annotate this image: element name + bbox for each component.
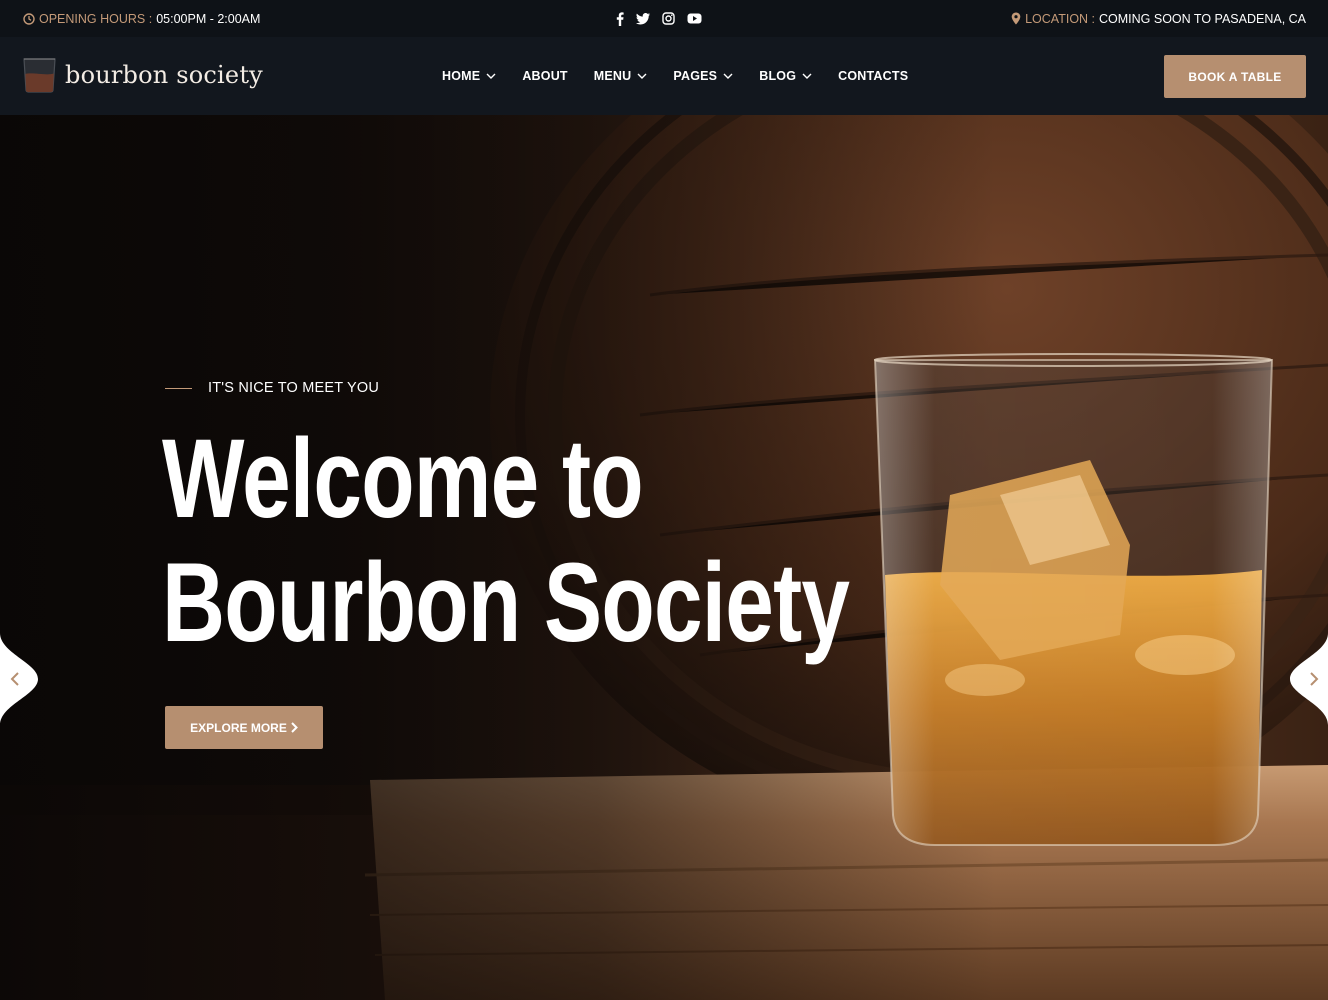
chevron-down-icon <box>486 73 496 79</box>
opening-hours-value: 05:00PM - 2:00AM <box>156 11 261 26</box>
nav-item-label: HOME <box>442 69 481 83</box>
nav-item-contacts[interactable]: CONTACTS <box>838 69 908 83</box>
nav-item-pages[interactable]: PAGES <box>673 69 733 83</box>
twitter-icon[interactable] <box>636 12 650 25</box>
nav-item-label: PAGES <box>673 69 718 83</box>
logo-text: bourbon society <box>65 61 263 89</box>
nav-item-label: BLOG <box>759 69 797 83</box>
location: LOCATION : COMING SOON TO PASADENA, CA <box>1011 0 1306 37</box>
kicker-divider <box>165 387 192 389</box>
nav-item-label: ABOUT <box>522 69 568 83</box>
nav-item-label: CONTACTS <box>838 69 909 83</box>
nav-item-label: MENU <box>593 69 632 83</box>
clock-icon <box>23 12 35 25</box>
instagram-icon[interactable] <box>662 12 675 25</box>
youtube-icon[interactable] <box>687 13 702 24</box>
explore-more-label: EXPLORE MORE <box>190 720 287 735</box>
main-nav: HOME ABOUT MENU PAGES BLOG CONTACTS <box>442 37 908 115</box>
top-bar: OPENING HOURS : 05:00PM - 2:00AM LOCATIO… <box>0 0 1328 37</box>
explore-more-button[interactable]: EXPLORE MORE <box>165 706 323 749</box>
slider-prev-arrow[interactable] <box>0 633 40 725</box>
location-label: LOCATION : <box>1025 11 1096 26</box>
nav-item-blog[interactable]: BLOG <box>759 69 812 83</box>
nav-item-menu[interactable]: MENU <box>594 69 648 83</box>
social-links <box>616 0 702 37</box>
hero-title-line-2: Bourbon Society <box>162 540 850 665</box>
hero-title: Welcome to Bourbon Society <box>162 416 850 665</box>
map-pin-icon <box>1011 12 1021 25</box>
opening-hours-label: OPENING HOURS : <box>39 11 153 26</box>
hero-kicker: IT'S NICE TO MEET YOU <box>165 380 379 396</box>
opening-hours: OPENING HOURS : 05:00PM - 2:00AM <box>23 0 260 37</box>
hero-slider: IT'S NICE TO MEET YOU Welcome to Bourbon… <box>0 115 1328 1000</box>
chevron-down-icon <box>723 73 733 79</box>
hero-title-line-1: Welcome to <box>162 416 644 541</box>
hero-kicker-text: IT'S NICE TO MEET YOU <box>208 380 380 396</box>
book-a-table-button[interactable]: BOOK A TABLE <box>1164 55 1306 98</box>
whiskey-glass-icon <box>23 58 56 93</box>
slider-next-arrow[interactable] <box>1290 633 1328 725</box>
nav-item-home[interactable]: HOME <box>442 69 496 83</box>
chevron-right-icon <box>291 722 298 733</box>
main-header: bourbon society HOME ABOUT MENU PAGES BL… <box>0 37 1328 115</box>
chevron-down-icon <box>802 73 812 79</box>
facebook-icon[interactable] <box>616 11 624 26</box>
logo[interactable]: bourbon society <box>22 57 263 93</box>
location-value: COMING SOON TO PASADENA, CA <box>1099 11 1306 26</box>
nav-item-about[interactable]: ABOUT <box>522 69 567 83</box>
chevron-down-icon <box>637 73 647 79</box>
